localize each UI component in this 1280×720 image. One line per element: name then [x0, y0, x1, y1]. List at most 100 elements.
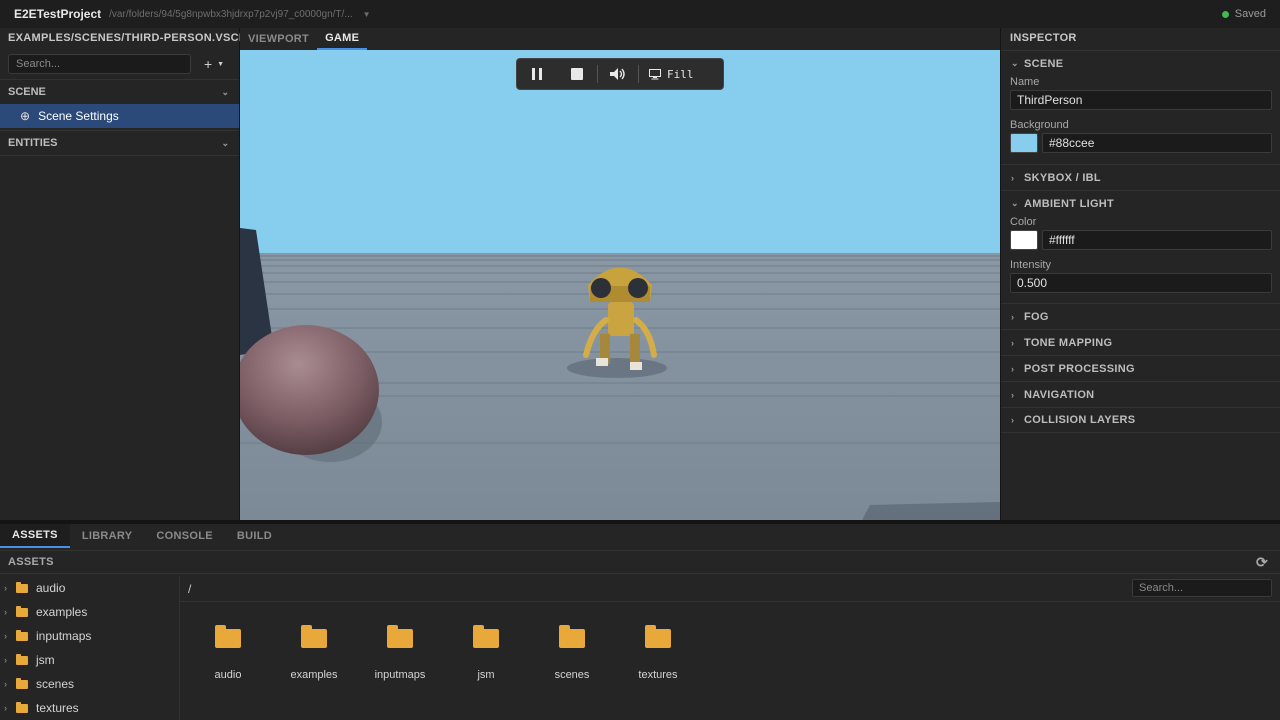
skybox-section-toggle[interactable]: › SKYBOX / IBL — [1001, 164, 1280, 190]
game-render — [240, 50, 1000, 520]
chevron-right-icon[interactable]: › — [4, 703, 16, 713]
tab-console[interactable]: CONSOLE — [144, 524, 225, 548]
chevron-down-icon: ⌄ — [1011, 198, 1019, 208]
tree-item-scenes[interactable]: › scenes — [0, 672, 179, 696]
chevron-right-icon[interactable]: › — [4, 583, 16, 593]
asset-grid: audio examples inputmaps jsm scenes text… — [185, 620, 701, 681]
fog-section-toggle[interactable]: › FOG — [1001, 303, 1280, 329]
tree-item-label: scenes — [36, 677, 75, 691]
chevron-right-icon[interactable]: › — [4, 631, 16, 641]
scene-search-input[interactable] — [8, 54, 191, 74]
asset-folder-textures[interactable]: textures — [615, 620, 701, 681]
asset-folder-examples[interactable]: examples — [271, 620, 357, 681]
tree-item-inputmaps[interactable]: › inputmaps — [0, 624, 179, 648]
folder-icon — [473, 625, 499, 648]
intensity-field[interactable] — [1010, 273, 1272, 293]
tree-item-label: examples — [36, 605, 88, 619]
tree-item-jsm[interactable]: › jsm — [0, 648, 179, 672]
tree-item-label: inputmaps — [36, 629, 92, 643]
scene-settings-label: Scene Settings — [38, 109, 119, 123]
chevron-down-icon[interactable]: ▼ — [363, 10, 371, 19]
scene-panel: EXAMPLES/SCENES/THIRD-PERSON.VSCN + ▼ SC… — [0, 28, 247, 520]
scene-path-title: EXAMPLES/SCENES/THIRD-PERSON.VSCN — [8, 32, 248, 44]
bottom-panel: ASSETS LIBRARY CONSOLE BUILD ASSETS ⟳ › a… — [0, 520, 1280, 720]
status-dot-icon — [1221, 10, 1229, 18]
tree-item-label: audio — [36, 581, 66, 595]
folder-icon — [16, 677, 28, 689]
plus-icon: + — [203, 56, 213, 72]
asset-label: scenes — [554, 669, 590, 681]
asset-label: examples — [290, 669, 338, 681]
chevron-down-icon: ⌄ — [221, 86, 229, 97]
tab-library[interactable]: LIBRARY — [70, 524, 145, 548]
tree-item-examples[interactable]: › examples — [0, 600, 179, 624]
tree-item-textures[interactable]: › textures — [0, 696, 179, 720]
section-label: SCENE — [1024, 57, 1064, 70]
chevron-right-icon[interactable]: › — [4, 655, 16, 665]
section-label: COLLISION LAYERS — [1024, 414, 1136, 426]
assets-header-label: ASSETS — [8, 556, 54, 568]
inspector-title: INSPECTOR — [1010, 32, 1077, 44]
folder-icon — [16, 581, 28, 593]
collision-layers-section-toggle[interactable]: › COLLISION LAYERS — [1001, 407, 1280, 433]
name-field[interactable] — [1010, 90, 1272, 110]
pause-button[interactable] — [517, 58, 557, 90]
tab-assets[interactable]: ASSETS — [0, 524, 70, 548]
stop-button[interactable] — [557, 58, 597, 90]
breadcrumb[interactable]: / — [188, 582, 191, 596]
folder-icon — [16, 605, 28, 617]
refresh-icon[interactable]: ⟳ — [1256, 554, 1268, 571]
project-path[interactable]: /var/folders/94/5g8npwbx3hjdrxp7p2vj97_c… — [109, 9, 353, 20]
viewport-tabs: VIEWPORT GAME — [240, 28, 1000, 50]
background-color-field[interactable] — [1042, 133, 1272, 153]
game-playbar: Fill — [516, 58, 724, 90]
chevron-down-icon: ⌄ — [1011, 58, 1019, 68]
tree-item-audio[interactable]: › audio — [0, 576, 179, 600]
chevron-right-icon: › — [1011, 389, 1015, 400]
ambient-light-section-toggle[interactable]: ⌄ AMBIENT LIGHT — [1001, 190, 1280, 216]
chevron-right-icon: › — [1011, 172, 1015, 183]
chevron-right-icon[interactable]: › — [4, 679, 16, 689]
asset-folder-audio[interactable]: audio — [185, 620, 271, 681]
ambient-color-swatch[interactable] — [1010, 230, 1038, 250]
chevron-right-icon[interactable]: › — [4, 607, 16, 617]
post-processing-section-toggle[interactable]: › POST PROCESSING — [1001, 355, 1280, 381]
tone-mapping-section-toggle[interactable]: › TONE MAPPING — [1001, 329, 1280, 355]
stop-icon — [571, 68, 583, 80]
asset-search-input[interactable] — [1132, 579, 1272, 597]
tree-item-label: jsm — [36, 653, 55, 667]
scene-section-header[interactable]: SCENE ⌄ — [0, 79, 239, 105]
scene-settings-item[interactable]: ⊕ Scene Settings — [0, 104, 239, 128]
folder-icon — [559, 625, 585, 648]
asset-folder-inputmaps[interactable]: inputmaps — [357, 620, 443, 681]
display-mode-label: Fill — [667, 67, 694, 81]
add-entity-button[interactable]: + ▼ — [198, 55, 230, 73]
chevron-down-icon: ▼ — [217, 60, 225, 68]
tab-game[interactable]: GAME — [317, 28, 368, 50]
volume-button[interactable] — [598, 58, 638, 90]
chevron-right-icon: › — [1011, 363, 1015, 374]
display-mode-button[interactable]: Fill — [639, 68, 704, 81]
title-bar: E2ETestProject /var/folders/94/5g8npwbx3… — [0, 0, 1280, 28]
section-label: TONE MAPPING — [1024, 336, 1113, 349]
bottom-tabs: ASSETS LIBRARY CONSOLE BUILD — [0, 524, 284, 548]
asset-folder-scenes[interactable]: scenes — [529, 620, 615, 681]
background-color-swatch[interactable] — [1010, 133, 1038, 153]
folder-icon — [16, 653, 28, 665]
entities-section-header[interactable]: ENTITIES ⌄ — [0, 130, 239, 156]
app-name: E2ETestProject — [14, 7, 102, 21]
intensity-label: Intensity — [1010, 259, 1051, 271]
chevron-right-icon: › — [1011, 415, 1015, 425]
asset-folder-jsm[interactable]: jsm — [443, 620, 529, 681]
chevron-right-icon: › — [1011, 337, 1015, 348]
tab-build[interactable]: BUILD — [225, 524, 284, 548]
monitor-icon — [649, 68, 661, 79]
tab-viewport[interactable]: VIEWPORT — [240, 28, 317, 50]
folder-icon — [215, 625, 241, 648]
asset-folder-tree: › audio › examples › inputmaps › jsm › scenes… — [0, 576, 180, 720]
navigation-section-toggle[interactable]: › NAVIGATION — [1001, 381, 1280, 407]
game-view[interactable]: Fill — [240, 50, 1000, 520]
background-label: Background — [1010, 119, 1069, 131]
scene-section-toggle[interactable]: ⌄ SCENE — [1001, 50, 1280, 76]
ambient-color-field[interactable] — [1042, 230, 1272, 250]
